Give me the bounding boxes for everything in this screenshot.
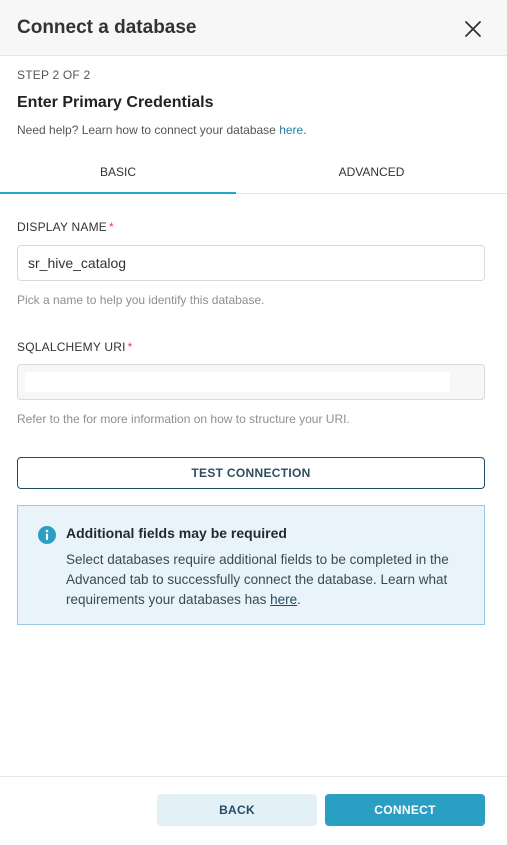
display-name-label-text: DISPLAY NAME <box>17 220 107 234</box>
back-button[interactable]: BACK <box>157 794 317 826</box>
alert-link[interactable]: here <box>270 592 297 607</box>
help-suffix: . <box>303 123 307 137</box>
sqlalchemy-uri-label: SQLALCHEMY URI * <box>17 340 132 354</box>
tab-basic[interactable]: BASIC <box>0 154 236 194</box>
tab-advanced[interactable]: ADVANCED <box>236 154 507 194</box>
display-name-label: DISPLAY NAME * <box>17 220 114 234</box>
display-name-hint: Pick a name to help you identify this da… <box>17 293 265 307</box>
required-marker: * <box>127 340 133 354</box>
help-link[interactable]: here <box>279 123 303 137</box>
sqlalchemy-uri-label-text: SQLALCHEMY URI <box>17 340 126 354</box>
uri-value-area <box>25 372 450 392</box>
help-text: Need help? Learn how to connect your dat… <box>17 123 307 137</box>
alert-body: Select databases require additional fiel… <box>66 550 476 610</box>
modal-header: Connect a database <box>0 0 507 56</box>
alert-body-text: Select databases require additional fiel… <box>66 552 449 607</box>
tab-bar: BASIC ADVANCED <box>0 154 507 194</box>
display-name-value: sr_hive_catalog <box>28 255 127 271</box>
modal-body: STEP 2 OF 2 Enter Primary Credentials Ne… <box>0 56 507 776</box>
test-connection-button[interactable]: TEST CONNECTION <box>17 457 485 489</box>
sqlalchemy-uri-hint: Refer to the for more information on how… <box>17 412 350 426</box>
close-icon <box>465 21 481 37</box>
info-icon <box>38 526 56 544</box>
help-text-label: Need help? Learn how to connect your dat… <box>17 123 280 137</box>
credentials-title: Enter Primary Credentials <box>17 94 214 111</box>
connect-button[interactable]: CONNECT <box>325 794 485 826</box>
modal-title: Connect a database <box>17 17 197 38</box>
display-name-input[interactable]: sr_hive_catalog <box>17 245 485 281</box>
modal-footer: BACK CONNECT <box>0 776 507 845</box>
step-indicator: STEP 2 OF 2 <box>17 68 91 82</box>
sqlalchemy-uri-input[interactable] <box>17 364 485 400</box>
alert-title: Additional fields may be required <box>66 525 287 541</box>
connect-database-modal: Connect a database STEP 2 OF 2 Enter Pri… <box>0 0 507 845</box>
close-button[interactable] <box>462 18 484 40</box>
alert-suffix: . <box>297 592 301 607</box>
info-alert: Additional fields may be required Select… <box>17 505 485 625</box>
required-marker: * <box>109 220 114 234</box>
